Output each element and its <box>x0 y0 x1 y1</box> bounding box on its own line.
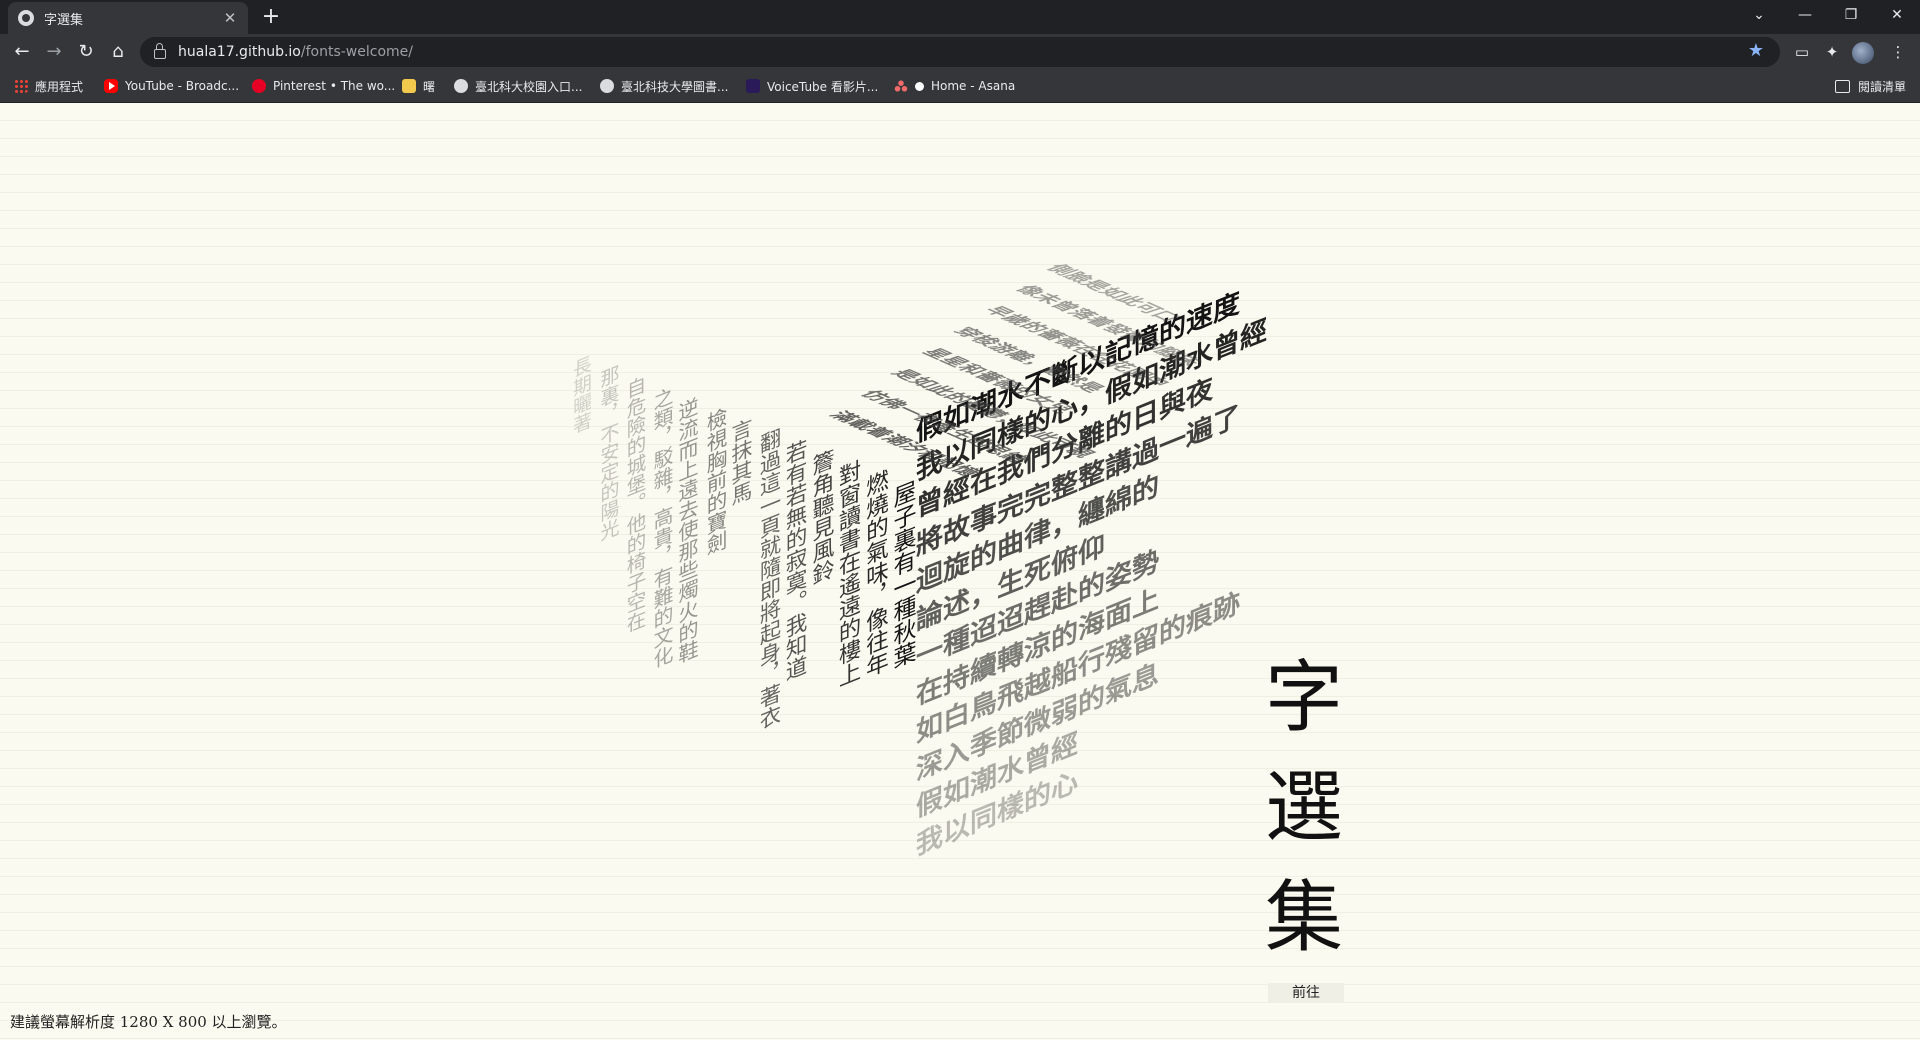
apps-icon <box>14 79 28 93</box>
forward-button[interactable]: → <box>40 38 68 66</box>
home-button[interactable]: ⌂ <box>104 38 132 66</box>
globe-icon <box>18 10 34 26</box>
active-tab[interactable]: 字選集 ✕ <box>8 2 248 34</box>
close-window-button[interactable]: ✕ <box>1874 0 1920 30</box>
reload-button[interactable]: ↻ <box>72 38 100 66</box>
bookmark-ntut-portal[interactable]: 臺北科大校園入口... <box>454 76 582 96</box>
cast-icon[interactable]: ▭ <box>1790 40 1814 64</box>
url-path: /fonts-welcome/ <box>300 44 413 60</box>
restore-button[interactable]: ❐ <box>1828 0 1874 30</box>
folder-icon <box>402 79 416 93</box>
enter-button[interactable]: 前往 <box>1268 983 1344 1003</box>
close-icon[interactable]: ✕ <box>222 9 238 27</box>
text-cube: 屋子裏有一種秋葉 燃燒的氣味，像往年 對窗讀書在遙遠的樓上 簷角聽見風鈴 若有若無的寂寞… <box>0 103 1920 1040</box>
bookmark-asana[interactable]: Home - Asana <box>894 76 1015 96</box>
menu-icon[interactable]: ⋮ <box>1886 40 1910 64</box>
tab-strip: 字選集 ✕ + ⌄ — ❐ ✕ <box>0 0 1920 34</box>
bookmark-star-icon[interactable]: ★ <box>1748 40 1764 61</box>
left-face-column: 檢視胸前的寶劍 <box>702 404 727 559</box>
site-title: 字 選 集 <box>1264 643 1344 973</box>
bookmarks-bar: 應用程式 YouTube - Broadc... Pinterest • The… <box>0 70 1920 103</box>
left-face-column: 自危險的城堡。他的椅子空在 <box>623 373 646 637</box>
left-face-column: 簷角聽見風鈴 <box>808 446 834 589</box>
left-face-column: 翻過這一頁就隨即將起身，著衣 <box>755 425 781 734</box>
dot-icon <box>915 81 924 91</box>
voicetube-icon <box>746 79 760 93</box>
bookmark-label: 臺北科大校園入口... <box>475 79 583 94</box>
new-tab-button[interactable]: + <box>258 4 284 30</box>
left-face-column: 逆流而上遠去使那些燭火的鞋 <box>675 394 699 667</box>
pinterest-icon <box>252 79 266 93</box>
bookmark-youtube[interactable]: YouTube - Broadc... <box>104 76 239 96</box>
url-host: huala17.github.io <box>178 44 301 60</box>
left-face-column: 言抹其馬 <box>729 415 753 509</box>
globe-icon <box>454 79 468 93</box>
reading-list-button[interactable]: 閱讀清單 <box>1834 76 1906 96</box>
asana-icon <box>894 79 908 93</box>
title-char: 選 <box>1264 763 1343 853</box>
globe-icon <box>600 79 614 93</box>
bookmark-label: 曙 <box>423 79 436 94</box>
title-char: 集 <box>1264 873 1343 963</box>
tab-search-icon[interactable]: ⌄ <box>1736 0 1782 30</box>
resolution-note: 建議螢幕解析度 1280 X 800 以上瀏覽。 <box>10 1013 287 1031</box>
extensions-icon[interactable]: ✦ <box>1820 40 1844 64</box>
left-face-column: 之類，駁雜，高貴，有難的文化 <box>649 384 673 672</box>
bookmark-folder[interactable]: 曙 <box>402 76 435 96</box>
title-char: 字 <box>1264 653 1343 743</box>
left-face-column: 那裏，不安定的陽光 <box>596 362 620 545</box>
bookmark-label: YouTube - Broadc... <box>125 79 240 93</box>
bookmark-apps[interactable]: 應用程式 <box>14 76 83 96</box>
reading-list-icon <box>1834 79 1850 93</box>
bookmark-label: 應用程式 <box>35 79 84 94</box>
lock-icon <box>154 43 166 59</box>
bookmark-voicetube[interactable]: VoiceTube 看影片... <box>746 76 878 96</box>
page-content: 屋子裏有一種秋葉 燃燒的氣味，像往年 對窗讀書在遙遠的樓上 簷角聽見風鈴 若有若無的寂寞… <box>0 103 1920 1040</box>
bookmark-label: Pinterest • The wo... <box>273 79 396 93</box>
youtube-icon <box>104 79 118 93</box>
profile-avatar[interactable] <box>1852 42 1874 64</box>
browser-toolbar: ← → ↻ ⌂ huala17.github.io/fonts-welcome/… <box>0 34 1920 70</box>
bookmark-label: 臺北科技大學圖書... <box>621 79 729 94</box>
bookmark-pinterest[interactable]: Pinterest • The wo... <box>252 76 395 96</box>
back-button[interactable]: ← <box>8 38 36 66</box>
bookmark-ntut-library[interactable]: 臺北科技大學圖書... <box>600 76 728 96</box>
bookmark-label: Home - Asana <box>931 79 1016 93</box>
address-bar[interactable]: huala17.github.io/fonts-welcome/ ★ <box>140 37 1780 67</box>
tab-title: 字選集 <box>44 12 84 28</box>
bookmark-label: VoiceTube 看影片... <box>767 79 879 94</box>
left-face-column: 長期曬著 <box>570 353 591 437</box>
minimize-button[interactable]: — <box>1782 0 1828 30</box>
reading-list-label: 閱讀清單 <box>1857 79 1906 94</box>
